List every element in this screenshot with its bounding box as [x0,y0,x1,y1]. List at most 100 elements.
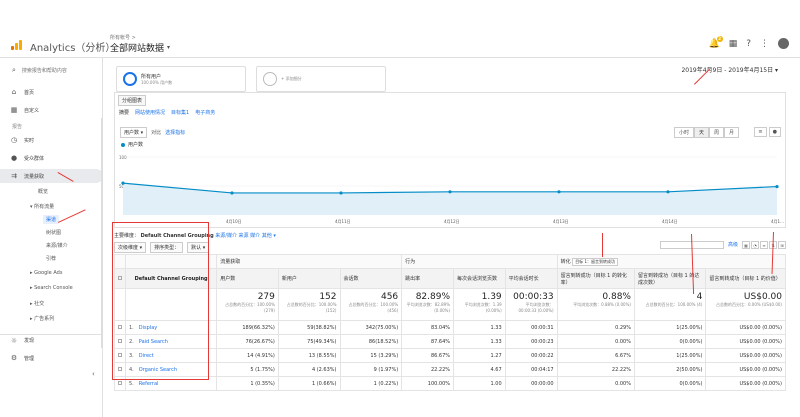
sidebar-sub-google-ads[interactable]: ▸ Google Ads [30,270,62,276]
sidebar-sub-social[interactable]: ▸ 社交 [30,300,44,307]
table-row: 5. Referral 1 (0.35%) 1 (0.66%) 1 (0.22%) 100… [114,376,786,391]
dim-link-other[interactable]: 其他 ▾ [262,233,276,239]
sort-type-dropdown[interactable]: 默认 ▾ [187,242,210,253]
column-header-users[interactable]: 用户数 [216,268,279,289]
interval-week[interactable]: 周 [708,127,724,138]
row-checkbox[interactable] [118,366,122,371]
channel-link[interactable]: Organic Search [139,367,177,373]
column-header-bounce-rate[interactable]: 跳出率 [401,268,455,289]
breadcrumb[interactable]: 所有帐号 > [110,34,136,41]
sidebar-sub-all-traffic[interactable]: ▾ 所有流量 [30,203,54,210]
dim-link-medium[interactable]: 媒介 [250,233,260,239]
row-checkbox[interactable] [118,380,122,385]
channel-link[interactable]: Direct [139,353,154,359]
column-header-avg-session-duration[interactable]: 平均会话时长 [504,268,558,289]
metric-cell: 4 (2.63%) [277,362,341,377]
segment-all-users[interactable]: 所有用户 100.00% 用户数 [116,66,246,92]
total-subtext: 占总数的百分比：100.00% (4) [645,302,703,307]
subtab-goal-set-1[interactable]: 目标集1 [171,109,189,116]
metric-cell: 1 (0.22%) [339,376,403,391]
analytics-logo-icon[interactable] [11,40,22,50]
data-point[interactable] [557,190,561,194]
data-point[interactable] [666,190,670,194]
sidebar-search[interactable]: ⌕ 搜索报告和帮助内容 [12,66,67,75]
sidebar-sub-search-console[interactable]: ▸ Search Console [30,285,73,291]
column-header-goal-value[interactable]: 留言到转成功（目标 1 的价值） [705,268,786,289]
collapse-sidebar-icon[interactable]: ‹ [92,370,95,378]
line-chart-icon[interactable]: ≡ [754,127,767,137]
motion-chart-icon[interactable]: ● [768,127,781,137]
subtab-ecommerce[interactable]: 电子商务 [195,109,215,116]
sidebar-item-audience[interactable]: ● 受众群体 [0,152,103,164]
table-view-pivot-icon[interactable]: ⊞ [778,241,786,249]
interval-hour[interactable]: 小时 [673,127,694,138]
more-vert-icon[interactable]: ⋮ [760,39,769,49]
sidebar-sub-referrals[interactable]: 引荐 [46,255,56,262]
metric-cell: 0.00% [556,376,635,391]
sidebar-item-discover[interactable]: ☼ 发现 [0,334,103,346]
metric-cell: US$0.00 (0.00%) [705,362,786,377]
data-point[interactable] [448,190,452,194]
data-point[interactable] [339,191,343,195]
row-checkbox[interactable] [118,352,122,357]
table-view-bar-icon[interactable]: ≡ [760,241,768,249]
column-header-new-users[interactable]: 新用户 [277,268,341,289]
dim-link-source[interactable]: 来源 [239,233,249,239]
metric-cell: 86.67% [401,348,455,363]
sidebar-sub-treemap[interactable]: 树状图 [46,229,61,236]
sidebar-sub-channels[interactable]: 渠道 [43,215,60,224]
total-subtext: 平均浏览次数：0.88% (0.00%) [573,302,631,307]
data-point[interactable] [121,181,125,185]
channel-link[interactable]: Referral [139,381,159,387]
subtab-site-usage[interactable]: 网站使用情况 [135,109,165,116]
interval-day[interactable]: 天 [693,127,709,138]
notification-icon[interactable]: 🔔 2 [708,35,723,49]
goal-selector-dropdown[interactable]: 目标 1：留言到转成功 [572,257,619,266]
select-all-checkbox[interactable] [118,275,122,280]
sidebar-sub-campaigns[interactable]: ▸ 广告系列 [30,315,54,322]
column-header-sessions[interactable]: 会话数 [339,268,403,289]
dim-link-source-medium[interactable]: 来源/媒介 [215,233,237,239]
column-header-channel[interactable]: Default Channel Grouping [124,268,218,289]
total-subtext: 占总数的百分比：100.00% (279) [225,302,275,313]
table-view-compare-icon[interactable]: ⇅ [769,241,777,249]
table-view-grid-icon[interactable]: ▦ [742,241,750,249]
sidebar-item-realtime[interactable]: ◷ 实时 [0,134,103,146]
channel-link[interactable]: Paid Search [139,339,168,345]
sidebar-item-customization[interactable]: ▦ 自定义 [0,104,103,116]
advanced-filter-link[interactable]: 高级 [728,241,738,248]
column-header-goal-completions[interactable]: 留言到转成功（目标 1 的达成次数） [633,268,707,289]
tab-explorer[interactable]: 分组图表 [118,95,147,106]
help-icon[interactable]: ? [746,39,751,49]
sidebar-sub-source-medium[interactable]: 来源/媒介 [46,242,68,249]
sidebar-scrollbar[interactable] [101,118,103,348]
subtab-summary[interactable]: 摘要 [119,109,129,116]
column-header-goal-conversion-rate[interactable]: 留言到转成功（目标 1 的转化率） [556,268,635,289]
users-line-chart[interactable]: 100504月10日 4月11日 4月12日 4月13日 4月14日 4月1... [115,147,785,229]
metric-cell: 75(49.34%) [277,334,341,349]
interval-month[interactable]: 月 [723,127,739,138]
acquisition-icon: ⇉ [11,172,17,180]
row-index: 4. [129,366,134,373]
table-view-pie-icon[interactable]: ◔ [751,241,759,249]
avatar[interactable] [778,38,789,49]
channel-link[interactable]: Display [139,325,157,331]
apps-grid-icon[interactable]: ▦ [729,39,738,49]
view-selector[interactable]: 全部网站数据 ▾ [110,41,170,54]
sidebar-sub-overview[interactable]: 概览 [38,188,48,195]
data-point[interactable] [230,191,234,195]
table-search-input[interactable] [660,241,724,249]
add-segment-button[interactable]: + 添加细分 [256,66,386,92]
row-checkbox[interactable] [118,338,122,343]
secondary-dimension-dropdown[interactable]: 次级维度 ▾ [114,242,147,253]
column-header-pages-per-session[interactable]: 每次会话浏览页数 [453,268,506,289]
metric-selector[interactable]: 用户数 ▾ [120,127,148,138]
sidebar-item-admin[interactable]: ⚙ 管理 [0,352,103,364]
segment-ring-icon [263,72,277,86]
sidebar-item-home[interactable]: ⌂ 首页 [0,86,103,98]
row-checkbox[interactable] [118,324,122,329]
data-point[interactable] [775,184,779,189]
date-range-picker[interactable]: 2019年4月9日 - 2019年4月15日 ▾ [681,65,778,74]
sidebar-item-acquisition[interactable]: ⇉ 流量获取 [0,169,103,183]
select-metric-link[interactable]: 选择指标 [165,129,185,136]
